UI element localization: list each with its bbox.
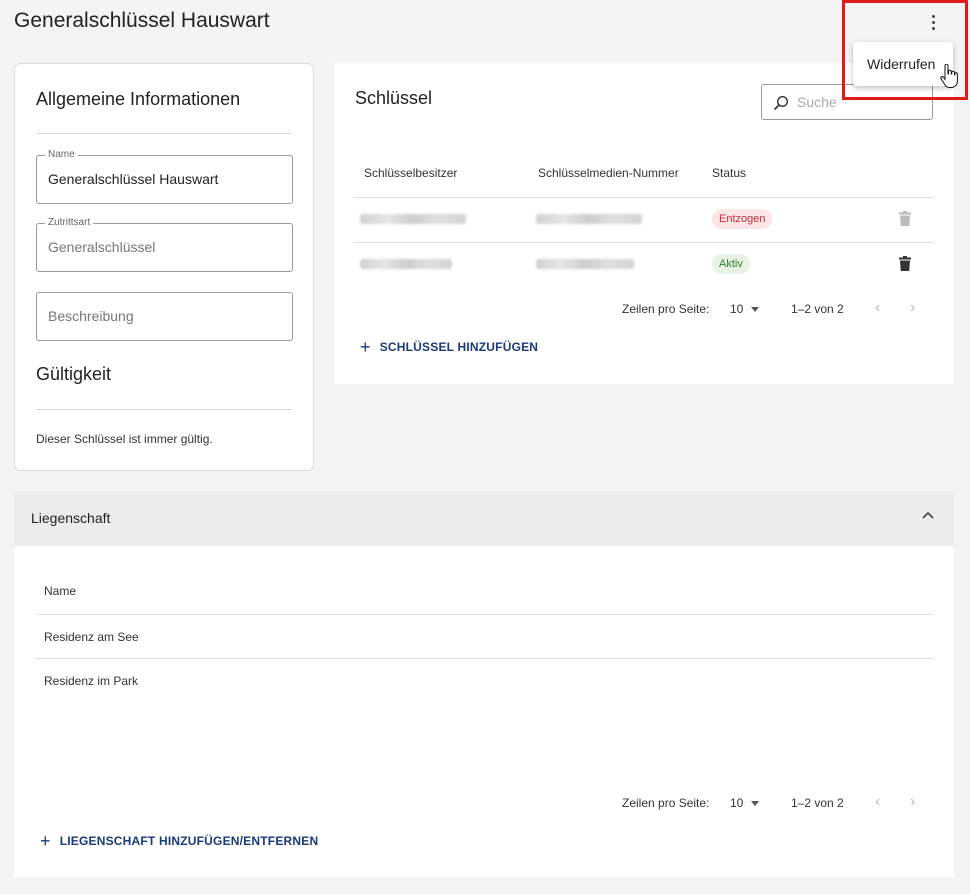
- list-item[interactable]: Residenz am See: [44, 630, 139, 644]
- column-header-owner[interactable]: Schlüsselbesitzer: [364, 166, 457, 180]
- more-options-icon[interactable]: [922, 10, 944, 34]
- property-column-header[interactable]: Name: [44, 584, 76, 598]
- owner-redacted: [360, 259, 452, 269]
- name-value: Generalschlüssel Hauswart: [48, 171, 219, 187]
- description-placeholder: Beschreibung: [48, 308, 134, 324]
- add-property-button[interactable]: + LIEGENSCHAFT HINZUFÜGEN/ENTFERNEN: [40, 832, 318, 850]
- name-label: Name: [45, 149, 78, 160]
- caret-down-icon: [751, 306, 760, 312]
- pagination-range: 1–2 von 2: [791, 302, 844, 316]
- property-section-header[interactable]: Liegenschaft: [14, 491, 954, 546]
- search-placeholder: Suche: [797, 94, 837, 110]
- divider: [36, 133, 292, 134]
- validity-title: Gültigkeit: [36, 364, 112, 384]
- status-badge: Aktiv: [712, 254, 750, 274]
- access-type-field[interactable]: Zutrittsart Generalschlüssel: [36, 217, 293, 272]
- status-badge: Entzogen: [712, 209, 773, 229]
- access-type-value: Generalschlüssel: [48, 239, 156, 255]
- rows-per-page-label: Zeilen pro Seite:: [622, 796, 710, 810]
- trash-icon[interactable]: [899, 211, 911, 226]
- media-number-redacted: [536, 259, 634, 269]
- pagination-range: 1–2 von 2: [791, 796, 844, 810]
- divider: [36, 409, 292, 410]
- media-number-redacted: [536, 214, 642, 224]
- add-key-label: SCHLÜSSEL HINZUFÜGEN: [379, 340, 539, 354]
- rows-per-page-select[interactable]: 10: [730, 302, 760, 316]
- column-header-status[interactable]: Status: [712, 166, 746, 180]
- validity-text: Dieser Schlüssel ist immer gültig.: [36, 432, 213, 446]
- list-item[interactable]: Residenz im Park: [44, 674, 138, 688]
- trash-icon[interactable]: [899, 256, 911, 271]
- caret-down-icon: [751, 800, 760, 806]
- rows-per-page-select[interactable]: 10: [730, 796, 760, 810]
- next-page-icon[interactable]: ›: [910, 793, 915, 811]
- chevron-up-icon[interactable]: [922, 511, 934, 519]
- search-input[interactable]: Suche: [761, 84, 933, 120]
- prev-page-icon[interactable]: ‹: [875, 299, 880, 317]
- add-property-label: LIEGENSCHAFT HINZUFÜGEN/ENTFERNEN: [59, 834, 319, 848]
- description-field[interactable]: Beschreibung: [36, 292, 293, 341]
- prev-page-icon[interactable]: ‹: [875, 793, 880, 811]
- property-section-title: Liegenschaft: [31, 510, 111, 526]
- add-key-button[interactable]: + SCHLÜSSEL HINZUFÜGEN: [360, 338, 538, 356]
- page-title: Generalschlüssel Hauswart: [14, 9, 270, 32]
- access-type-label: Zutrittsart: [45, 217, 94, 228]
- owner-redacted: [360, 214, 466, 224]
- property-section: Liegenschaft Name Residenz am See Reside…: [14, 491, 954, 877]
- divider: [36, 614, 933, 615]
- rows-per-page-label: Zeilen pro Seite:: [622, 302, 710, 316]
- keys-card: Schlüssel Suche Schlüsselbesitzer Schlüs…: [334, 63, 954, 384]
- plus-icon: +: [360, 337, 371, 357]
- divider: [36, 658, 933, 659]
- keys-title: Schlüssel: [355, 88, 433, 108]
- general-info-title: Allgemeine Informationen: [36, 89, 241, 109]
- general-info-card: Allgemeine Informationen Name Generalsch…: [14, 63, 314, 471]
- hand-cursor-icon: [940, 64, 958, 88]
- next-page-icon[interactable]: ›: [910, 299, 915, 317]
- divider: [354, 197, 933, 198]
- rows-per-page-value: 10: [730, 796, 744, 810]
- name-field[interactable]: Name Generalschlüssel Hauswart: [36, 149, 293, 204]
- context-menu: Widerrufen: [853, 42, 953, 86]
- menu-item-revoke[interactable]: Widerrufen: [867, 56, 935, 72]
- column-header-media-number[interactable]: Schlüsselmedien-Nummer: [538, 166, 679, 180]
- divider: [354, 242, 933, 243]
- rows-per-page-value: 10: [730, 302, 744, 316]
- search-icon: [773, 95, 789, 111]
- plus-icon: +: [40, 831, 51, 851]
